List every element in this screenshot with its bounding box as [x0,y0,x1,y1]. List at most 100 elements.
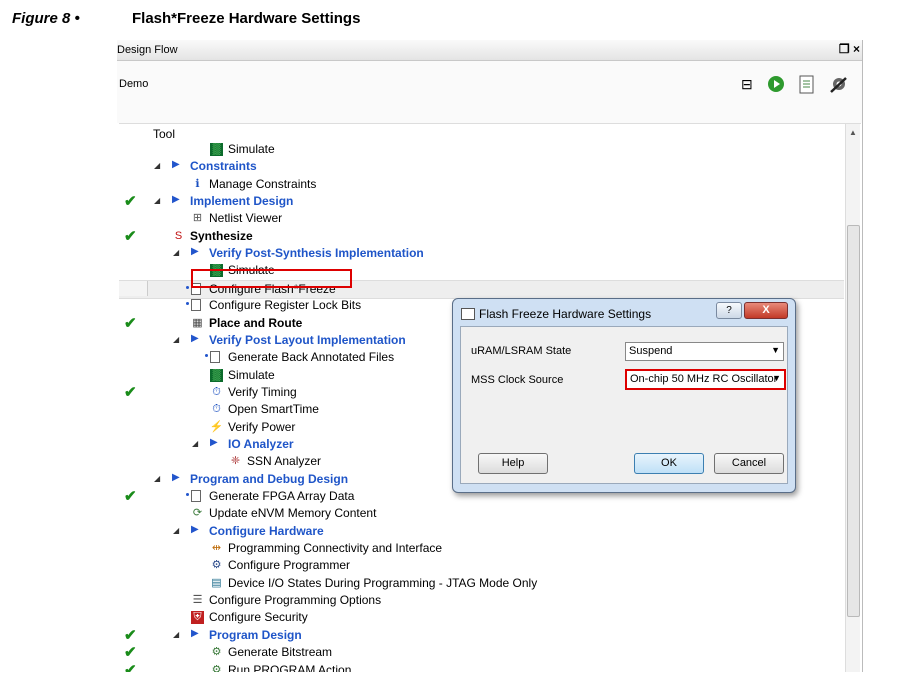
category-arrow-icon: ▶ [191,332,199,344]
category-arrow-icon: ▶ [191,627,199,639]
expand-toggle-icon[interactable]: ◢ [154,474,160,483]
tree-row[interactable]: ▒ Simulate [119,141,844,158]
report-icon[interactable] [799,75,815,97]
tree-row[interactable]: ✔ ⚙ Run PROGRAM Action [119,661,844,673]
tree-row[interactable]: ✔ ⚙ Generate Bitstream [119,644,844,661]
scrollbar-thumb[interactable] [847,225,860,617]
tree-row-label: Constraints [190,159,257,174]
tree-row-label: Open SmartTime [228,402,319,417]
settings-icon[interactable] [829,75,851,98]
expand-toggle-icon[interactable]: ◢ [173,248,179,257]
project-name: Demo [119,78,149,90]
expand-toggle-icon[interactable]: ◢ [154,161,160,170]
tree-row[interactable]: ⟳ Update eNVM Memory Content [119,505,844,522]
category-arrow-icon: ▶ [172,471,180,483]
status-check-icon: ✔ [124,314,137,332]
expand-toggle-icon[interactable]: ◢ [154,196,160,205]
tree-row-label: IO Analyzer [228,436,294,451]
tree-row-label: Configure Programming Options [209,593,382,608]
help-button[interactable]: Help [478,453,548,474]
tree-row-label: Generate Bitstream [228,645,333,660]
tree-row[interactable]: ▤ Device I/O States During Programming - … [119,575,844,592]
tree-row-label: Configure Hardware [209,523,324,538]
uram-lsram-state-label: uRAM/LSRAM State [471,345,572,357]
bullet-icon [186,285,189,289]
tree-row-label: Manage Constraints [209,176,317,191]
bitstream-icon: ⚙ [210,646,223,660]
category-arrow-icon: ▶ [172,194,180,206]
status-check-icon: ✔ [124,488,137,505]
panel-window-buttons[interactable]: ❐ × [839,42,860,56]
tree-row[interactable]: ◢ ▶ Constraints [119,158,844,175]
uram-lsram-state-select[interactable]: Suspend ▼ [625,342,784,361]
tree-row[interactable]: ◢ ▶ Verify Post-Synthesis Implementation [119,245,844,262]
constraints-icon: ℹ [191,177,204,191]
tree-row-label: Configure Programmer [228,558,351,573]
tree-row-label: Synthesize [190,228,253,243]
tree-row-label: Configure Register Lock Bits [209,298,362,313]
tree-row[interactable]: ⇹ Programming Connectivity and Interface [119,540,844,557]
project-bar: Demo ⊟ [117,61,862,123]
mss-clock-source-value: On-chip 50 MHz RC Oscillator [630,373,778,385]
tree-row[interactable]: ⛨ Configure Security [119,609,844,626]
tree-row[interactable]: ⊞ Netlist Viewer [119,210,844,227]
uram-lsram-state-value: Suspend [629,345,673,357]
document-icon [191,490,201,502]
expand-toggle-icon[interactable]: ◢ [173,526,179,535]
ssn-icon: ❈ [229,455,242,469]
close-button[interactable]: X [744,302,788,319]
tree-column-tool: Tool [153,127,176,141]
tree-row[interactable]: ◢ ▶ Configure Hardware [119,523,844,540]
tree-row[interactable]: ℹ Manage Constraints [119,176,844,193]
netlist-icon: ⊞ [191,212,204,226]
tree-row[interactable]: ✔ ◢ ▶ Implement Design [119,193,844,210]
security-icon: ⛨ [191,611,204,625]
tree-row[interactable]: ✔ S Synthesize [119,228,844,245]
vertical-scrollbar[interactable]: ▲ [845,124,860,672]
chevron-down-icon: ▼ [772,373,781,383]
ok-button[interactable]: OK [634,453,704,474]
tree-row[interactable]: ✔ ◢ ▶ Program Design [119,627,844,644]
connectivity-icon: ⇹ [210,542,223,556]
tree-row-label: Programming Connectivity and Interface [228,541,443,556]
figure-number: Figure 8 • [12,10,80,27]
bullet-icon [186,302,189,306]
expand-toggle-icon[interactable]: ◢ [192,439,198,448]
row-gutter [119,280,148,296]
timing-icon: ⏱ [210,385,223,399]
status-check-icon: ✔ [124,644,137,662]
tree-row-label: Run PROGRAM Action [228,662,352,673]
waveform-icon: ▒ [210,368,223,382]
help-title-button[interactable]: ? [716,302,742,319]
figure-caption: Figure 8 • Flash*Freeze Hardware Setting… [12,10,360,27]
programmer-icon: ⚙ [210,559,223,573]
status-check-icon: ✔ [124,383,137,401]
category-arrow-icon: ▶ [191,523,199,535]
mss-clock-source-select[interactable]: On-chip 50 MHz RC Oscillator ▼ [625,369,786,390]
panel-titlebar: Design Flow ❐ × [117,40,862,61]
tree-row-label: Update eNVM Memory Content [209,506,377,521]
document-icon [191,299,201,312]
expand-toggle-icon[interactable]: ◢ [173,630,179,639]
flash-freeze-dialog: Flash Freeze Hardware Settings ? X uRAM/… [452,298,796,493]
tree-row-label: Place and Route [209,315,303,330]
scroll-up-icon[interactable]: ▲ [849,128,857,137]
dialog-window-icon [461,308,475,320]
tree-row-label: Configure Security [209,610,308,625]
tree-row[interactable]: ☰ Configure Programming Options [119,592,844,609]
tree-row-label: Verify Post Layout Implementation [209,332,406,347]
figure-title: Flash*Freeze Hardware Settings [132,10,361,27]
collapse-all-icon[interactable]: ⊟ [741,76,753,93]
status-check-icon: ✔ [124,661,137,673]
category-arrow-icon: ▶ [210,436,218,448]
expand-toggle-icon[interactable]: ◢ [173,335,179,344]
chevron-down-icon: ▼ [771,345,780,355]
options-icon: ☰ [191,594,204,608]
tree-row-label: Implement Design [190,194,294,209]
cancel-button[interactable]: Cancel [714,453,784,474]
tree-row-label: Generate Back Annotated Files [228,350,395,365]
tree-row[interactable]: ⚙ Configure Programmer [119,557,844,574]
run-icon[interactable] [767,75,785,96]
tree-row-label: Program Design [209,627,302,642]
memory-icon: ⟳ [191,507,204,521]
